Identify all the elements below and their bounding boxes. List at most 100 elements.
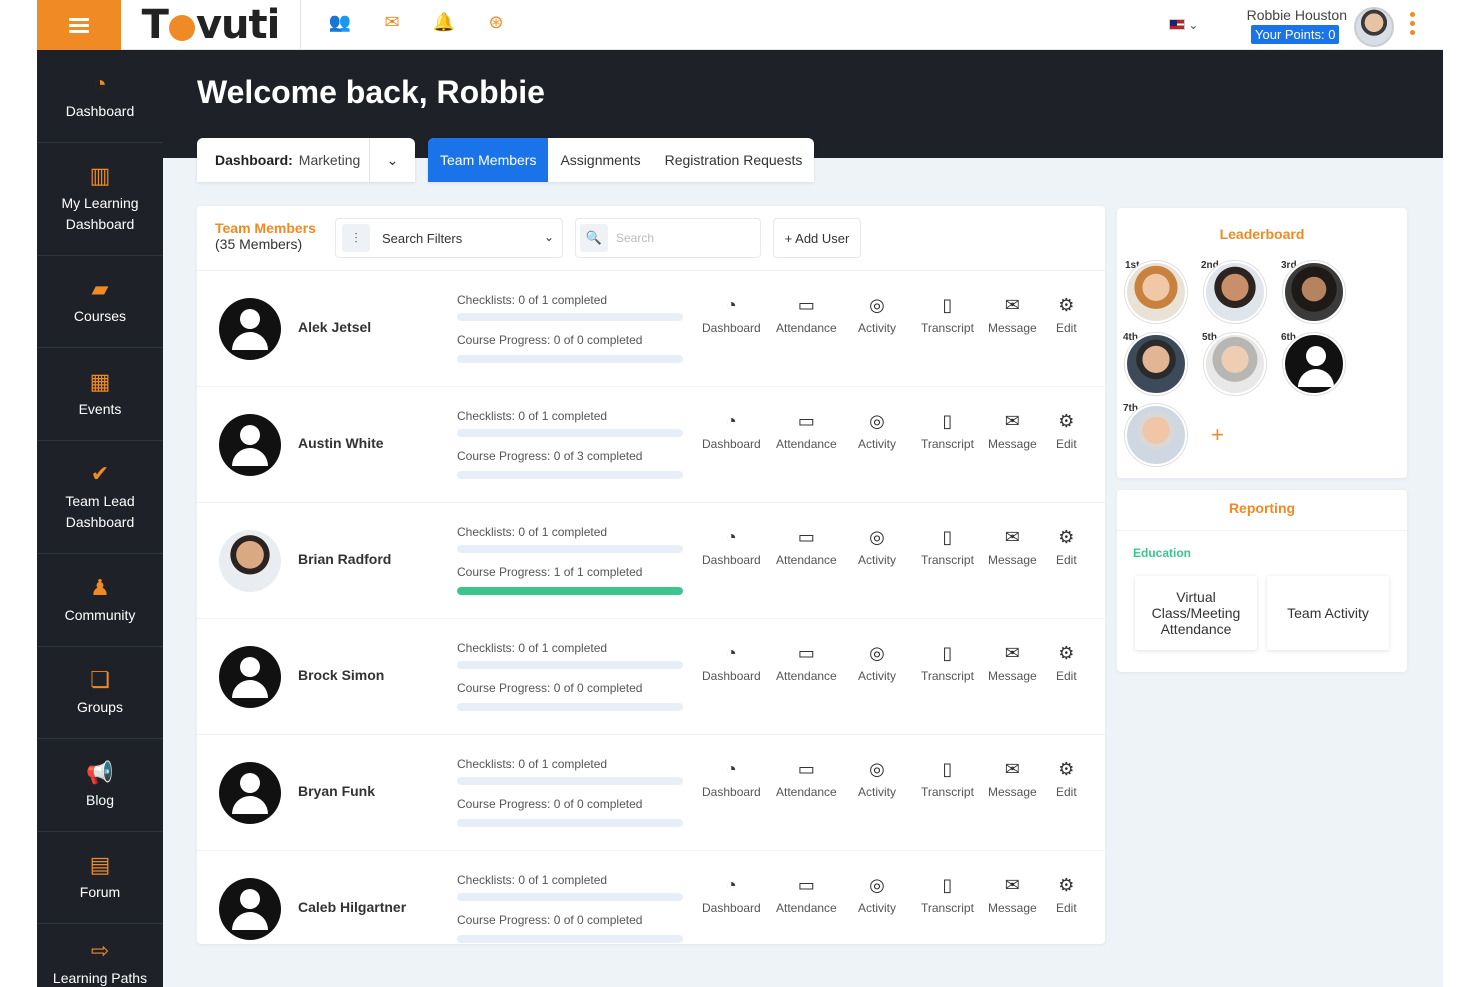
action-attendance-button[interactable]: ▭ Attendance — [776, 873, 837, 915]
action-dashboard-button[interactable]: ◔ Dashboard — [702, 293, 761, 335]
action-label: Attendance — [776, 437, 837, 451]
action-dashboard-button[interactable]: ◔ Dashboard — [702, 641, 761, 683]
action-edit-button[interactable]: ⚙ Edit — [1056, 873, 1077, 915]
action-transcript-button[interactable]: ▯ Transcript — [921, 525, 974, 567]
leaderboard-avatar-4[interactable] — [1125, 333, 1187, 395]
action-activity-button[interactable]: ◎ Activity — [858, 757, 896, 799]
action-attendance-button[interactable]: ▭ Attendance — [776, 525, 837, 567]
avatar[interactable] — [219, 762, 281, 824]
avatar[interactable] — [219, 646, 281, 708]
sidebar-item-my-learning-dashboard[interactable]: ▥ My Learning Dashboard — [37, 143, 163, 256]
avatar[interactable] — [219, 414, 281, 476]
leaderboard-avatar-6[interactable] — [1283, 333, 1345, 395]
action-dashboard-button[interactable]: ◔ Dashboard — [702, 525, 761, 567]
action-edit-button[interactable]: ⚙ Edit — [1056, 293, 1077, 335]
leaderboard-avatar-7[interactable] — [1125, 404, 1187, 466]
action-message-button[interactable]: ✉ Message — [988, 409, 1037, 451]
action-message-button[interactable]: ✉ Message — [988, 757, 1037, 799]
checklist-progress-bar — [457, 893, 683, 901]
action-message-button[interactable]: ✉ Message — [988, 525, 1037, 567]
action-activity-button[interactable]: ◎ Activity — [858, 409, 896, 451]
action-transcript-button[interactable]: ▯ Transcript — [921, 873, 974, 915]
action-edit-button[interactable]: ⚙ Edit — [1056, 525, 1077, 567]
action-attendance-button[interactable]: ▭ Attendance — [776, 293, 837, 335]
plus-icon[interactable]: + — [1211, 422, 1224, 448]
leaderboard-avatar-3[interactable] — [1283, 261, 1345, 323]
member-name[interactable]: Brian Radford — [298, 551, 391, 567]
gear-icon: ⚙ — [1058, 875, 1075, 895]
action-message-button[interactable]: ✉ Message — [988, 293, 1037, 335]
tab-assignments[interactable]: Assignments — [548, 138, 652, 182]
brand-logo[interactable]: Tvuti — [121, 0, 301, 50]
action-dashboard-button[interactable]: ◔ Dashboard — [702, 409, 761, 451]
member-name[interactable]: Austin White — [298, 435, 384, 451]
tab-registration-requests[interactable]: Registration Requests — [653, 138, 815, 182]
menu-toggle-button[interactable] — [37, 0, 121, 50]
app-frame: Tvuti 👥 ✉ 🔔 ⊛ ⌄ Robbie Houston Your Poin… — [37, 0, 1443, 987]
action-label: Attendance — [776, 669, 837, 683]
search-icon[interactable]: 🔍 — [580, 224, 608, 252]
chevron-down-icon: ⌄ — [1188, 18, 1199, 32]
language-selector[interactable]: ⌄ — [1169, 18, 1198, 32]
member-name[interactable]: Brock Simon — [298, 667, 384, 683]
member-name[interactable]: Alek Jetsel — [298, 319, 371, 335]
sidebar-item-events[interactable]: ▦ Events — [37, 348, 163, 441]
avatar[interactable] — [219, 878, 281, 940]
report-attendance-card[interactable]: Virtual Class/Meeting Attendance — [1135, 576, 1257, 650]
action-message-button[interactable]: ✉ Message — [988, 641, 1037, 683]
member-name[interactable]: Caleb Hilgartner — [298, 899, 406, 915]
tab-team-members[interactable]: Team Members — [428, 138, 549, 182]
action-edit-button[interactable]: ⚙ Edit — [1056, 757, 1077, 799]
add-user-button[interactable]: + Add User — [773, 218, 861, 258]
sidebar-item-courses[interactable]: ▰ Courses — [37, 256, 163, 348]
course-progress-bar — [457, 819, 683, 827]
sidebar-item-community[interactable]: ♟ Community — [37, 554, 163, 647]
top-icon-group: 👥 ✉ 🔔 ⊛ — [327, 12, 509, 33]
action-attendance-button[interactable]: ▭ Attendance — [776, 641, 837, 683]
action-attendance-button[interactable]: ▭ Attendance — [776, 409, 837, 451]
member-name[interactable]: Bryan Funk — [298, 783, 375, 799]
action-transcript-button[interactable]: ▯ Transcript — [921, 641, 974, 683]
action-edit-button[interactable]: ⚙ Edit — [1056, 409, 1077, 451]
leaderboard-avatar-2[interactable] — [1204, 261, 1266, 323]
sidebar-item-groups[interactable]: ❏ Groups — [37, 647, 163, 739]
sidebar-item-learning-paths[interactable]: ⇨ Learning Paths — [37, 924, 163, 987]
avatar[interactable] — [219, 530, 281, 592]
chevron-down-icon[interactable]: ⌄ — [369, 138, 415, 182]
leaderboard-avatar-5[interactable] — [1204, 333, 1266, 395]
action-edit-button[interactable]: ⚙ Edit — [1056, 641, 1077, 683]
more-menu-icon[interactable] — [1407, 12, 1417, 35]
sidebar-item-forum[interactable]: ▤ Forum — [37, 832, 163, 924]
points-badge[interactable]: Your Points: 0 — [1251, 25, 1340, 44]
action-dashboard-button[interactable]: ◔ Dashboard — [702, 873, 761, 915]
sidebar-item-blog[interactable]: 📢 Blog — [37, 739, 163, 832]
action-dashboard-button[interactable]: ◔ Dashboard — [702, 757, 761, 799]
activity-icon: ◎ — [869, 875, 885, 895]
action-activity-button[interactable]: ◎ Activity — [858, 293, 896, 335]
action-transcript-button[interactable]: ▯ Transcript — [921, 409, 974, 451]
sidebar-item-team-lead-dashboard[interactable]: ✔ Team Lead Dashboard — [37, 441, 163, 554]
report-team-activity-card[interactable]: Team Activity — [1267, 576, 1389, 650]
action-activity-button[interactable]: ◎ Activity — [858, 525, 896, 567]
search-input[interactable] — [616, 231, 756, 245]
action-label: Dashboard — [702, 901, 761, 915]
leaderboard-avatar-1[interactable] — [1125, 261, 1187, 323]
rewards-icon[interactable]: ⊛ — [483, 12, 509, 33]
action-transcript-button[interactable]: ▯ Transcript — [921, 757, 974, 799]
action-message-button[interactable]: ✉ Message — [988, 873, 1037, 915]
action-transcript-button[interactable]: ▯ Transcript — [921, 293, 974, 335]
action-activity-button[interactable]: ◎ Activity — [858, 873, 896, 915]
bell-icon[interactable]: 🔔 — [431, 12, 457, 33]
mail-icon[interactable]: ✉ — [379, 12, 405, 33]
dashboard-select[interactable]: Dashboard: Marketing ⌄ — [197, 138, 415, 182]
search-filters-dropdown[interactable]: ⫶ Search Filters ⌄ — [335, 218, 563, 258]
action-activity-button[interactable]: ◎ Activity — [858, 641, 896, 683]
team-icon[interactable]: 👥 — [327, 12, 353, 33]
avatar[interactable] — [219, 298, 281, 360]
action-attendance-button[interactable]: ▭ Attendance — [776, 757, 837, 799]
learning-paths-icon: ⇨ — [90, 938, 110, 963]
user-avatar[interactable] — [1354, 7, 1394, 47]
sidebar-item-dashboard[interactable]: ◔ Dashboard — [37, 50, 163, 143]
table-row: Caleb Hilgartner Checklists: 0 of 1 compl… — [197, 850, 1105, 966]
action-label: Dashboard — [702, 321, 761, 335]
